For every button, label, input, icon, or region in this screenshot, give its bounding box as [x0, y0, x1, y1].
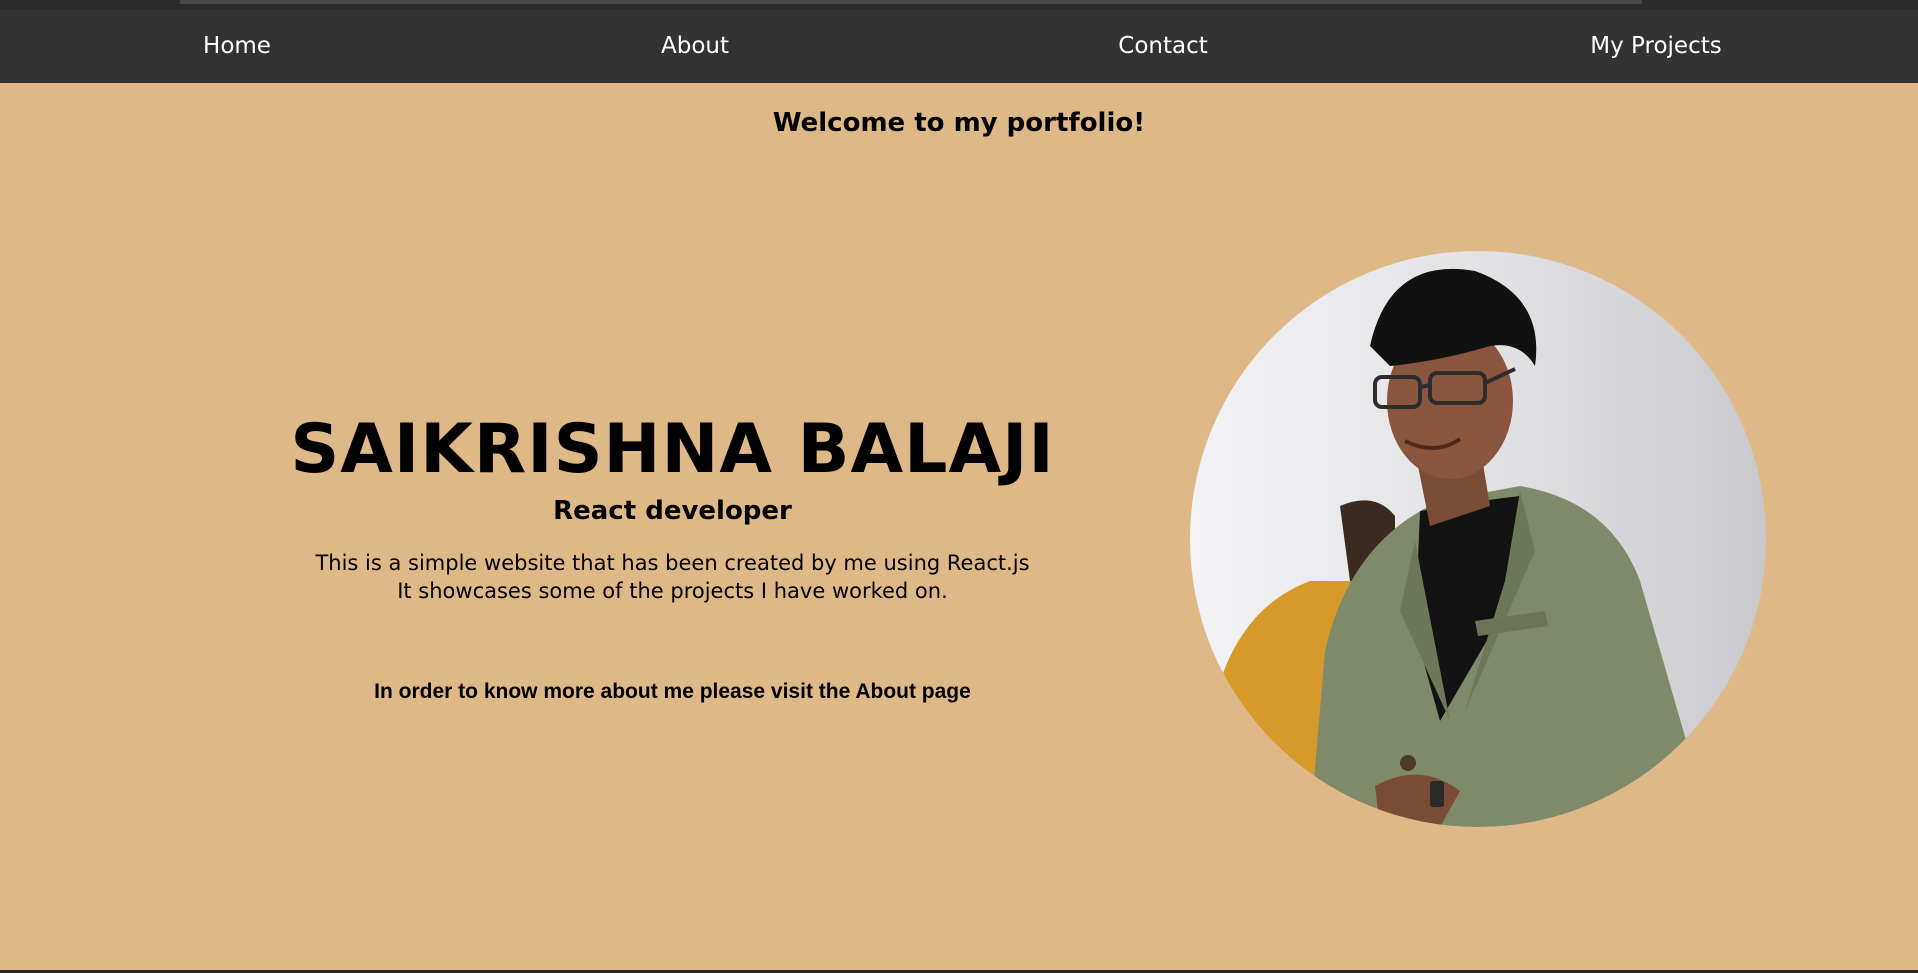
profile-photo — [1190, 251, 1766, 827]
profile-photo-illustration — [1210, 268, 1710, 827]
description-line: It showcases some of the projects I have… — [397, 579, 948, 603]
nav-contact-link[interactable]: Contact — [1118, 10, 1207, 83]
hero-text: SAIKRISHNA BALAJI React developer This i… — [220, 405, 1125, 704]
navbar: Home About Contact My Projects — [0, 10, 1918, 83]
nav-my-projects-link[interactable]: My Projects — [1590, 10, 1721, 83]
about-hint: In order to know more about me please vi… — [374, 680, 971, 703]
browser-tab-strip — [180, 0, 1642, 4]
hero-name: SAIKRISHNA BALAJI — [290, 410, 1055, 489]
nav-home-link[interactable]: Home — [203, 10, 271, 83]
welcome-heading: Welcome to my portfolio! — [772, 108, 1146, 138]
window-top-border — [0, 0, 1918, 10]
hero-description: This is a simple website that has been c… — [220, 549, 1125, 605]
hero-role: React developer — [553, 496, 792, 526]
description-line: This is a simple website that has been c… — [315, 551, 1030, 575]
nav-about-link[interactable]: About — [661, 10, 729, 83]
